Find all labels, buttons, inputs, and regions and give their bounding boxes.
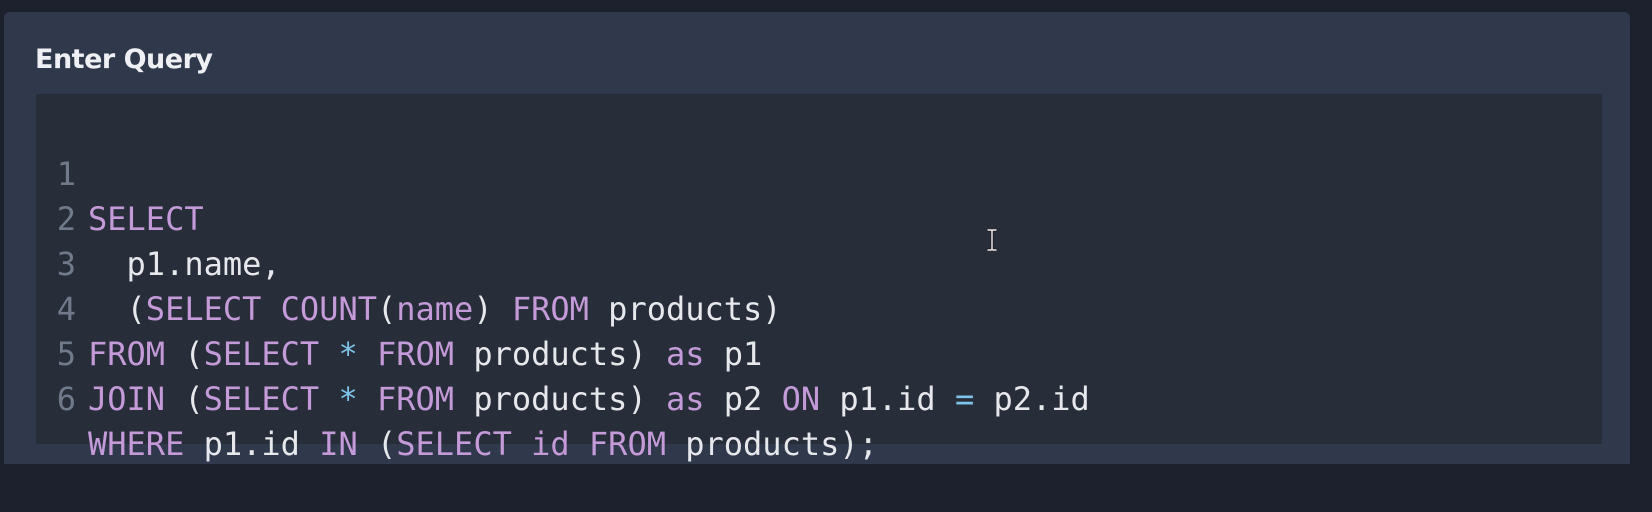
query-editor[interactable]: 1 SELECT 2 p1.name, 3 (SELECT COUNT(name…	[36, 94, 1602, 463]
sql-text: products)	[454, 380, 666, 418]
sql-keyword: WHERE	[88, 425, 185, 463]
query-panel: Enter Query 1 SELECT 2 p1.name, 3 (SELEC…	[4, 12, 1630, 464]
sql-keyword: FROM	[376, 380, 455, 418]
sql-keyword: FROM	[588, 425, 666, 463]
sql-keyword: as	[665, 380, 705, 418]
sql-text: p2.id	[974, 380, 1090, 418]
sql-text: products);	[665, 425, 878, 463]
sql-text: p1.id	[820, 380, 955, 418]
line-content: JOIN (SELECT * FROM products) as p2 ON p…	[88, 377, 1090, 422]
sql-operator: =	[954, 380, 975, 418]
sql-keyword: ON	[781, 380, 821, 418]
code-line[interactable]: 4 FROM (SELECT * FROM products) as p1	[36, 242, 1602, 373]
sql-keyword: id	[531, 425, 570, 463]
text-cursor-icon	[986, 229, 998, 251]
sql-text: p1.id	[184, 425, 320, 463]
sql-keyword: SELECT	[203, 380, 320, 418]
line-number: 6	[56, 380, 76, 418]
code-line[interactable]: 5 JOIN (SELECT * FROM products) as p2 ON…	[36, 287, 1602, 418]
sql-keyword: SELECT	[396, 425, 512, 463]
panel-title: Enter Query	[35, 44, 213, 75]
code-line[interactable]: 1 SELECT	[36, 107, 1602, 238]
code-line[interactable]: 6 WHERE p1.id IN (SELECT id FROM product…	[36, 332, 1602, 463]
sql-text: (	[357, 425, 397, 463]
code-line[interactable]: 3 (SELECT COUNT(name) FROM products)	[36, 197, 1602, 328]
code-line[interactable]: 2 p1.name,	[36, 152, 1602, 283]
code-lines: 1 SELECT 2 p1.name, 3 (SELECT COUNT(name…	[36, 107, 1602, 463]
sql-operator: *	[338, 380, 358, 418]
sql-keyword: IN	[319, 425, 358, 463]
sql-text: p2	[704, 380, 782, 418]
line-content: WHERE p1.id IN (SELECT id FROM products)…	[88, 422, 878, 467]
